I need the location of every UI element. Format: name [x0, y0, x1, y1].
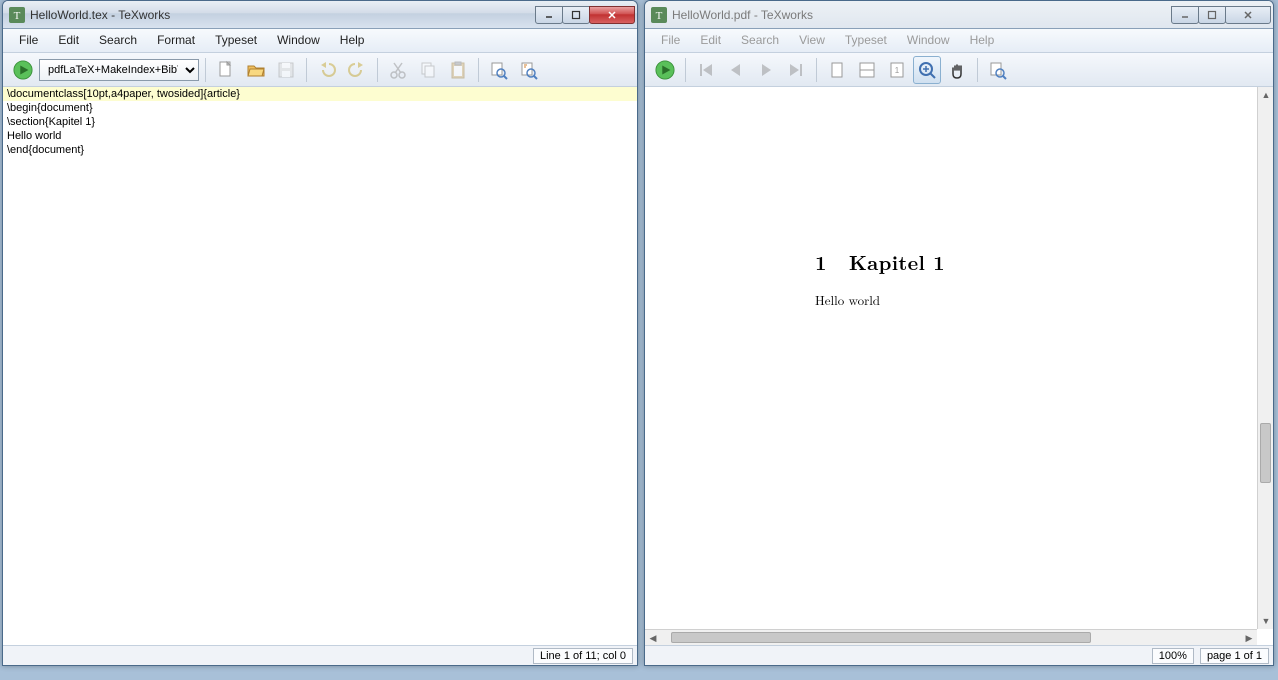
menu-edit[interactable]: Edit — [48, 29, 89, 52]
menu-file[interactable]: File — [9, 29, 48, 52]
last-page-button[interactable] — [782, 56, 810, 84]
pdf-page: 1 Kapitel 1 Hello world — [645, 87, 1257, 629]
find-button[interactable] — [485, 56, 513, 84]
editor-line: \documentclass[10pt,a4paper, twosided]{a… — [3, 87, 637, 101]
pan-tool-button[interactable] — [943, 56, 971, 84]
new-button[interactable] — [212, 56, 240, 84]
scroll-left-icon[interactable]: ◀ — [645, 630, 661, 645]
editor-toolbar: pdfLaTeX+MakeIndex+BibTeX — [3, 53, 637, 87]
menu-help[interactable]: Help — [960, 29, 1005, 52]
fit-page-button[interactable] — [823, 56, 851, 84]
close-button[interactable] — [589, 6, 635, 24]
horizontal-scrollbar[interactable]: ◀ ▶ — [645, 629, 1257, 645]
toolbar-separator — [816, 58, 817, 82]
editor-window-title: HelloWorld.tex - TeXworks — [30, 8, 536, 22]
pdf-section-number: 1 — [815, 247, 827, 276]
scroll-thumb[interactable] — [671, 632, 1091, 643]
menu-window[interactable]: Window — [267, 29, 330, 52]
pdf-section-title: Kapitel 1 — [849, 247, 945, 276]
pdf-body-text: Hello world — [815, 290, 1257, 309]
menu-edit[interactable]: Edit — [690, 29, 731, 52]
viewer-statusbar: 100% page 1 of 1 — [645, 645, 1273, 665]
scroll-up-icon[interactable]: ▲ — [1258, 87, 1273, 103]
viewer-titlebar[interactable]: T HelloWorld.pdf - TeXworks — [645, 1, 1273, 29]
menu-typeset[interactable]: Typeset — [205, 29, 267, 52]
app-icon: T — [651, 7, 667, 23]
editor-line: Hello world — [3, 129, 637, 143]
viewer-menubar: File Edit Search View Typeset Window Hel… — [645, 29, 1273, 53]
prev-page-button[interactable] — [722, 56, 750, 84]
editor-statusbar: Line 1 of 11; col 0 — [3, 645, 637, 665]
app-icon: T — [9, 7, 25, 23]
scroll-down-icon[interactable]: ▼ — [1258, 613, 1273, 629]
zoom-tool-button[interactable] — [913, 56, 941, 84]
typeset-button[interactable] — [9, 56, 37, 84]
fit-width-button[interactable] — [853, 56, 881, 84]
menu-format[interactable]: Format — [147, 29, 205, 52]
zoom-level[interactable]: 100% — [1152, 648, 1194, 664]
editor-line: \begin{document} — [3, 101, 637, 115]
svg-text:T: T — [656, 10, 663, 22]
editor-menubar: File Edit Search Format Typeset Window H… — [3, 29, 637, 53]
actual-size-button[interactable]: 1 — [883, 56, 911, 84]
pdf-section-heading: 1 Kapitel 1 — [815, 247, 1257, 276]
cursor-position: Line 1 of 11; col 0 — [533, 648, 633, 664]
viewer-window-title: HelloWorld.pdf - TeXworks — [672, 8, 1172, 22]
toolbar-separator — [306, 58, 307, 82]
pdf-viewport[interactable]: 1 Kapitel 1 Hello world ▲ ▼ ◀ ▶ — [645, 87, 1273, 645]
viewer-toolbar: 1 — [645, 53, 1273, 87]
editor-text-area[interactable]: \documentclass[10pt,a4paper, twosided]{a… — [3, 87, 637, 645]
maximize-button[interactable] — [562, 6, 590, 24]
editor-titlebar[interactable]: T HelloWorld.tex - TeXworks — [3, 1, 637, 29]
svg-text:1: 1 — [895, 66, 900, 75]
svg-text:T: T — [14, 10, 21, 22]
editor-window: T HelloWorld.tex - TeXworks File Edit Se… — [2, 0, 638, 666]
next-page-button[interactable] — [752, 56, 780, 84]
typeset-button[interactable] — [651, 56, 679, 84]
toolbar-separator — [977, 58, 978, 82]
replace-button[interactable] — [515, 56, 543, 84]
toolbar-separator — [205, 58, 206, 82]
open-button[interactable] — [242, 56, 270, 84]
menu-typeset[interactable]: Typeset — [835, 29, 897, 52]
minimize-button[interactable] — [1171, 6, 1199, 24]
toolbar-separator — [377, 58, 378, 82]
undo-button[interactable] — [313, 56, 341, 84]
menu-search[interactable]: Search — [89, 29, 147, 52]
editor-line: \end{document} — [3, 143, 637, 157]
close-button[interactable] — [1225, 6, 1271, 24]
paste-button[interactable] — [444, 56, 472, 84]
redo-button[interactable] — [343, 56, 371, 84]
menu-view[interactable]: View — [789, 29, 835, 52]
menu-help[interactable]: Help — [330, 29, 375, 52]
copy-button[interactable] — [414, 56, 442, 84]
typeset-engine-select[interactable]: pdfLaTeX+MakeIndex+BibTeX — [39, 59, 199, 81]
first-page-button[interactable] — [692, 56, 720, 84]
find-pdf-button[interactable] — [984, 56, 1012, 84]
vertical-scrollbar[interactable]: ▲ ▼ — [1257, 87, 1273, 629]
menu-window[interactable]: Window — [897, 29, 960, 52]
cut-button[interactable] — [384, 56, 412, 84]
save-button[interactable] — [272, 56, 300, 84]
minimize-button[interactable] — [535, 6, 563, 24]
menu-search[interactable]: Search — [731, 29, 789, 52]
menu-file[interactable]: File — [651, 29, 690, 52]
scroll-thumb[interactable] — [1260, 423, 1271, 483]
toolbar-separator — [685, 58, 686, 82]
editor-line: \section{Kapitel 1} — [3, 115, 637, 129]
maximize-button[interactable] — [1198, 6, 1226, 24]
viewer-window: T HelloWorld.pdf - TeXworks File Edit Se… — [644, 0, 1274, 666]
page-indicator[interactable]: page 1 of 1 — [1200, 648, 1269, 664]
scroll-right-icon[interactable]: ▶ — [1241, 630, 1257, 645]
toolbar-separator — [478, 58, 479, 82]
